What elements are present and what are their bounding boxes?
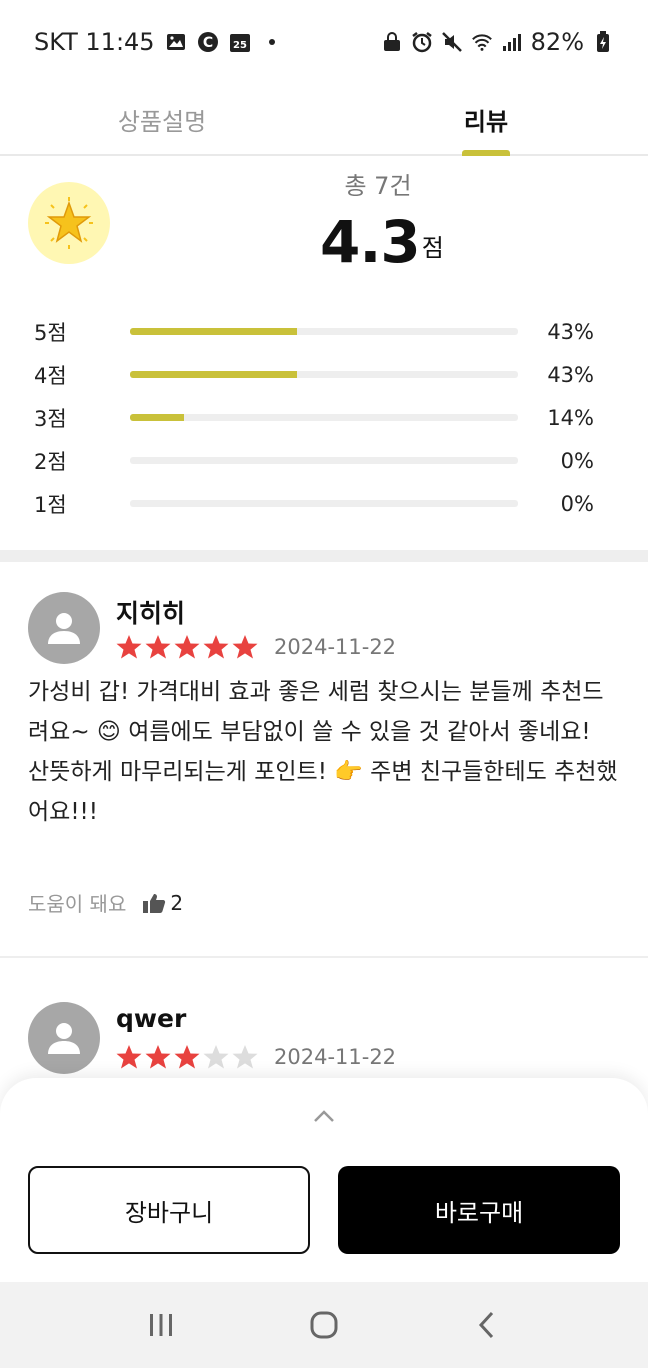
tab-reviews[interactable]: 리뷰 (324, 84, 648, 156)
rating-bar-fill (130, 328, 297, 335)
reviewer-name: 지히히 (116, 599, 186, 628)
wifi-icon (471, 31, 493, 53)
user-icon (48, 1023, 80, 1054)
star-filled-icon (116, 1045, 142, 1069)
home-icon[interactable] (304, 1305, 344, 1345)
recent-apps-icon[interactable] (141, 1305, 181, 1345)
helpful-label: 도움이 돼요 (28, 892, 127, 916)
signal-icon (501, 31, 523, 53)
star-filled-icon (203, 635, 229, 659)
thumbs-up-icon[interactable] (142, 892, 166, 914)
rating-row-percent: 43% (547, 319, 594, 344)
rating-row-1: 1점 0% (34, 482, 594, 525)
back-icon[interactable] (467, 1305, 507, 1345)
tab-bar: 상품설명 리뷰 (0, 84, 648, 156)
avatar (28, 1002, 100, 1074)
carrier-time: SKT 11:45 (34, 28, 155, 56)
reviewer-name: qwer (116, 1004, 187, 1033)
c-circle-icon: C (197, 31, 219, 53)
rating-distribution: 5점 43% 4점 43% 3점 14% 2점 0% 1점 0% (34, 310, 594, 525)
rating-row-percent: 0% (560, 448, 594, 473)
section-divider (0, 550, 648, 562)
rating-row-4: 4점 43% (34, 353, 594, 396)
star-filled-icon (145, 1045, 171, 1069)
calendar-icon: 25 (229, 31, 251, 53)
rating-row-label: 4점 (34, 363, 67, 388)
star-empty-icon (232, 1045, 258, 1069)
lock-icon (381, 31, 403, 53)
review-total-count: 총 7건 (344, 172, 412, 200)
review-stars (116, 634, 258, 660)
tab-label: 상품설명 (117, 107, 207, 136)
review-card: 지히히 2024-11-22 가성비 갑! 가격대비 효과 좋은 세럼 찾으시는… (0, 588, 648, 958)
user-icon (48, 613, 80, 644)
rating-row-label: 3점 (34, 406, 67, 431)
review-text: 가성비 갑! 가격대비 효과 좋은 세럼 찾으시는 분들께 추천드려요~ 😊 여… (28, 679, 618, 825)
gallery-icon (165, 31, 187, 53)
rating-row-percent: 14% (547, 405, 594, 430)
rating-row-3: 3점 14% (34, 396, 594, 439)
rating-bar-track (130, 371, 518, 378)
average-rating-unit: 점 (421, 234, 444, 262)
rating-bar-track (130, 414, 518, 421)
svg-text:25: 25 (233, 40, 247, 51)
helpful-count: 2 (170, 890, 184, 915)
tab-label: 리뷰 (463, 107, 509, 136)
rating-bar-track (130, 328, 518, 335)
status-bar: SKT 11:45 C 25 82% (0, 0, 648, 84)
star-filled-icon (232, 635, 258, 659)
rating-row-label: 2점 (34, 449, 67, 474)
review-stars (116, 1044, 258, 1070)
tab-product-description[interactable]: 상품설명 (0, 84, 324, 154)
review-date: 2024-11-22 (274, 1045, 397, 1069)
add-to-cart-button[interactable]: 장바구니 (28, 1166, 310, 1254)
rating-bar-fill (130, 371, 297, 378)
add-to-cart-label: 장바구니 (124, 1198, 214, 1227)
mute-icon (441, 31, 463, 53)
review-rating-line: 2024-11-22 (116, 634, 396, 660)
review-rating-line: 2024-11-22 (116, 1044, 396, 1070)
buy-now-label: 바로구매 (434, 1198, 524, 1227)
average-rating: 4.3 점 (320, 208, 444, 276)
battery-text: 82% (530, 28, 584, 56)
star-filled-icon (145, 635, 171, 659)
active-tab-indicator (462, 150, 510, 156)
rating-row-percent: 43% (547, 362, 594, 387)
rating-row-label: 5점 (34, 320, 67, 345)
helpful-row: 도움이 돼요 2 (28, 888, 183, 917)
rating-summary: 총 7건 4.3 점 5점 43% 4점 43% 3점 14% 2점 0% 1점… (0, 160, 648, 550)
review-date: 2024-11-22 (274, 635, 397, 659)
star-icon (45, 197, 93, 249)
rating-row-2: 2점 0% (34, 439, 594, 482)
rating-row-5: 5점 43% (34, 310, 594, 353)
rating-bar-track (130, 500, 518, 507)
battery-icon (592, 31, 614, 53)
rating-bar-track (130, 457, 518, 464)
star-filled-icon (174, 635, 200, 659)
average-rating-value: 4.3 (320, 208, 421, 276)
star-empty-icon (203, 1045, 229, 1069)
alarm-icon (411, 31, 433, 53)
dot-icon (261, 31, 283, 53)
rating-bar-fill (130, 414, 185, 421)
avatar (28, 592, 100, 664)
system-nav-bar (0, 1282, 648, 1368)
chevron-up-icon[interactable] (312, 1108, 336, 1127)
purchase-bottom-sheet: 장바구니 바로구매 (0, 1078, 648, 1282)
buy-now-button[interactable]: 바로구매 (338, 1166, 620, 1254)
star-filled-icon (116, 635, 142, 659)
svg-text:C: C (202, 35, 212, 51)
rating-row-label: 1점 (34, 492, 67, 517)
rating-row-percent: 0% (560, 491, 594, 516)
star-filled-icon (174, 1045, 200, 1069)
